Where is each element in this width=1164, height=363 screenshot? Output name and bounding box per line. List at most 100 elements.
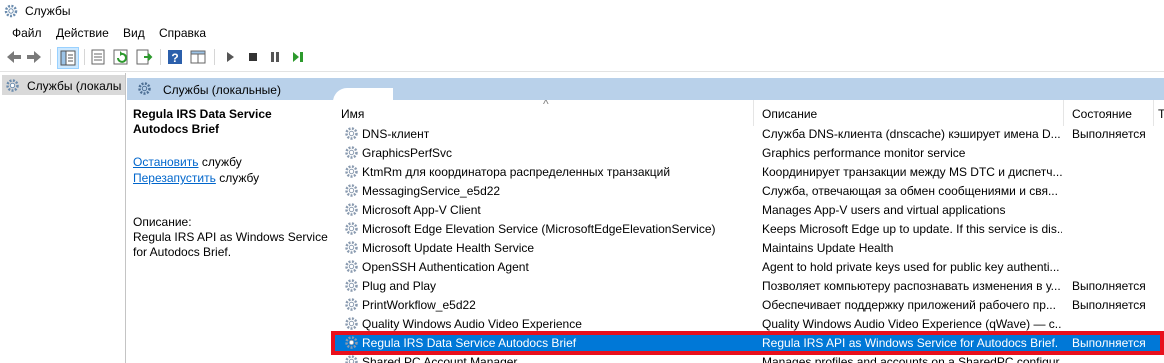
pause-icon[interactable] [266,48,284,66]
service-row[interactable]: Shared PC Account Manager Manages profile… [333,352,1164,363]
refresh-icon[interactable] [112,48,130,66]
description-text: Regula IRS API as Windows Service for Au… [133,230,328,259]
column-header-startup-type[interactable]: Т [1154,100,1164,126]
service-row[interactable]: MessagingService_e5d22 Служба, отвечающая… [333,181,1164,200]
services-list: ^ Имя Описание Состояние Т DNS-клиент Слу… [333,100,1164,363]
description-label: Описание: [133,215,192,229]
service-row[interactable]: OpenSSH Authentication Agent Agent to hol… [333,257,1164,276]
services-gear-icon [138,82,151,95]
column-header-name-label: Имя [341,107,365,121]
service-description-cell: Служба DNS-клиента (dnscache) кэширует и… [762,127,1061,141]
service-description-cell: Agent to hold private keys used for publ… [762,260,1060,274]
service-row-selected[interactable]: Regula IRS Data Service Autodocs Brief Re… [333,333,1164,352]
service-description-cell: Graphics performance monitor service [762,146,966,160]
stop-service-link[interactable]: Остановить [133,155,199,169]
service-gear-icon [344,164,359,179]
service-gear-icon [344,278,359,293]
service-name-cell: Microsoft App-V Client [362,203,481,217]
service-state-cell: Выполняется [1072,298,1146,312]
service-description-cell: Manages profiles and accounts on a Share… [762,355,1062,363]
service-gear-icon [344,221,359,236]
service-row[interactable]: GraphicsPerfSvc Graphics performance moni… [333,143,1164,162]
column-header-state-label: Состояние [1072,107,1132,121]
service-gear-icon [344,240,359,255]
service-gear-icon [344,259,359,274]
service-gear-icon [344,354,359,363]
menu-view[interactable]: Вид [123,26,145,40]
service-details-panel: Regula IRS Data Service Autodocs Brief О… [127,100,333,363]
pane-header: Службы (локальные) [127,78,1164,100]
service-name-cell: Plug and Play [362,279,437,293]
service-state-cell: Выполняется [1072,127,1146,141]
service-name-cell: MessagingService_e5d22 [362,184,501,198]
console-tree: Службы (локалы [0,73,126,363]
menu-bar: Файл Действие Вид Справка [0,23,1164,43]
service-description-cell: Regula IRS API as Windows Service for Au… [762,336,1059,350]
service-description-cell: Maintains Update Health [762,241,894,255]
service-state-cell: Выполняется [1072,279,1146,293]
restart-service-link[interactable]: Перезапустить [133,171,216,185]
column-header-description-label: Описание [762,107,818,121]
selected-service-name: Regula IRS Data Service Autodocs Brief [133,107,272,136]
title-bar: Службы [0,0,1164,22]
restart-icon[interactable] [289,48,307,66]
service-gear-icon [344,316,359,331]
service-state-cell: Выполняется [1072,336,1146,350]
view-icon[interactable] [189,48,207,66]
service-description-cell: Служба, отвечающая за обмен сообщениями … [762,184,1058,198]
service-name-cell: Microsoft Edge Elevation Service (Micros… [362,222,716,236]
service-row[interactable]: PrintWorkflow_e5d22 Обеспечивает поддержк… [333,295,1164,314]
service-row[interactable]: Quality Windows Audio Video Experience Qu… [333,314,1164,333]
tree-item-label: Службы (локалы [27,79,122,93]
column-header-name[interactable]: ^ Имя [333,100,754,126]
stop-service-suffix: службу [198,155,242,169]
service-description-cell: Manages App-V users and virtual applicat… [762,203,1006,217]
play-icon[interactable] [221,48,239,66]
export-icon[interactable] [135,48,153,66]
service-gear-icon [344,126,359,141]
sort-ascending-icon: ^ [543,100,549,111]
column-header-state[interactable]: Состояние [1064,100,1154,126]
service-row[interactable]: DNS-клиент Служба DNS-клиента (dnscache) … [333,124,1164,143]
service-gear-icon [344,335,359,350]
service-row[interactable]: Plug and Play Позволяет компьютеру распоз… [333,276,1164,295]
menu-help[interactable]: Справка [159,26,206,40]
toolbar: ? [0,44,1164,72]
service-name-cell: OpenSSH Authentication Agent [362,260,529,274]
back-icon[interactable] [5,48,23,66]
column-header-startup-type-label: Т [1158,107,1164,121]
service-gear-icon [344,297,359,312]
service-description-cell: Обеспечивает поддержку приложений рабоче… [762,298,1056,312]
console-tree-icon[interactable] [57,47,79,69]
service-name-cell: Regula IRS Data Service Autodocs Brief [362,336,577,350]
svg-text:?: ? [171,51,178,65]
menu-file[interactable]: Файл [12,26,42,40]
service-description-cell: Координирует транзакции между MS DTC и д… [762,165,1062,179]
service-row[interactable]: KtmRm для координатора распределенных тр… [333,162,1164,181]
service-description-cell: Quality Windows Audio Video Experience (… [762,317,1062,331]
service-name-cell: PrintWorkflow_e5d22 [362,298,476,312]
service-row[interactable]: Microsoft App-V Client Manages App-V user… [333,200,1164,219]
stop-icon[interactable] [244,48,262,66]
service-row[interactable]: Microsoft Update Health Service Maintains… [333,238,1164,257]
restart-service-suffix: службу [215,171,260,185]
service-name-cell: Microsoft Update Health Service [362,241,535,255]
service-gear-icon [344,183,359,198]
window-title: Службы [25,4,71,18]
forward-icon[interactable] [25,48,43,66]
services-gear-icon [4,4,18,18]
service-description-cell: Keeps Microsoft Edge up to update. If th… [762,222,1062,236]
column-header-description[interactable]: Описание [754,100,1064,126]
service-name-cell: Quality Windows Audio Video Experience [362,317,582,331]
tree-item-services-local[interactable]: Службы (локалы [2,75,125,95]
pane-header-title: Службы (локальные) [163,83,281,97]
service-gear-icon [344,145,359,160]
properties-icon[interactable] [89,48,107,66]
service-row[interactable]: Microsoft Edge Elevation Service (Micros… [333,219,1164,238]
service-description-cell: Позволяет компьютеру распознавать измене… [762,279,1061,293]
service-name-cell: Shared PC Account Manager [362,355,518,363]
service-name-cell: KtmRm для координатора распределенных тр… [362,165,671,179]
menu-action[interactable]: Действие [56,26,109,40]
service-name-cell: DNS-клиент [362,127,430,141]
help-icon[interactable]: ? [166,48,184,66]
